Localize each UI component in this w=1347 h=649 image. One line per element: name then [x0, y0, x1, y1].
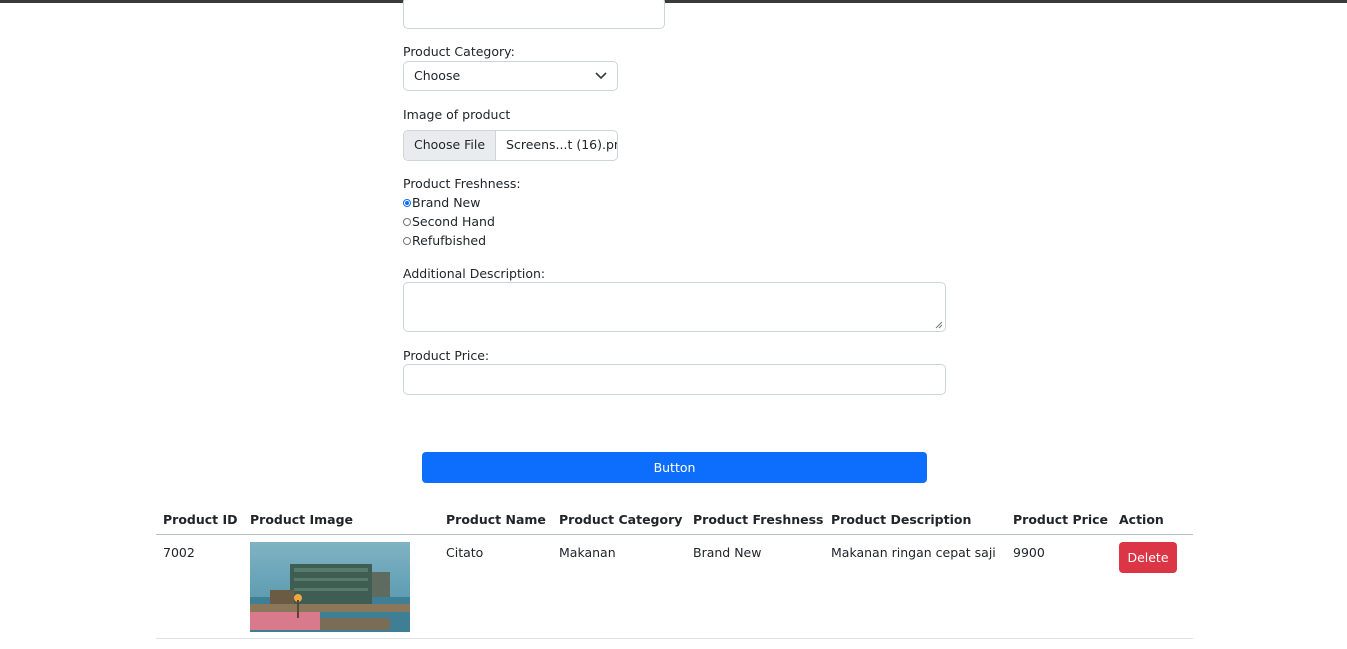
cell-product-category: Makanan: [559, 545, 616, 560]
product-thumbnail: [250, 542, 410, 632]
header-product-image: Product Image: [250, 512, 354, 527]
selected-file-name: Screens...t (16).png: [506, 137, 618, 152]
cell-product-id: 7002: [163, 545, 195, 560]
header-product-category: Product Category: [559, 512, 683, 527]
price-input[interactable]: [403, 364, 946, 395]
description-textarea[interactable]: [403, 282, 946, 332]
cell-product-name: Citato: [446, 545, 484, 560]
header-product-description: Product Description: [831, 512, 972, 527]
delete-button[interactable]: Delete: [1119, 542, 1177, 573]
freshness-option-brand-new[interactable]: Brand New: [403, 193, 495, 212]
description-label: Additional Description:: [403, 266, 546, 281]
freshness-option-second-hand[interactable]: Second Hand: [403, 212, 495, 231]
product-name-input[interactable]: [403, 0, 665, 29]
cell-product-price: 9900: [1013, 545, 1045, 560]
header-product-id: Product ID: [163, 512, 238, 527]
category-label: Product Category:: [403, 44, 515, 59]
price-label: Product Price:: [403, 348, 490, 363]
header-product-freshness: Product Freshness: [693, 512, 824, 527]
radio-checked-icon[interactable]: [403, 198, 411, 207]
radio-unchecked-icon[interactable]: [403, 236, 411, 245]
choose-file-button[interactable]: Choose File: [404, 131, 497, 160]
cell-product-freshness: Brand New: [693, 545, 762, 560]
cell-product-description: Makanan ringan cepat saji: [831, 545, 996, 560]
chevron-down-icon: [595, 72, 607, 80]
freshness-option-label: Brand New: [412, 195, 481, 210]
product-thumbnail-image: [250, 542, 410, 632]
image-file-input[interactable]: Choose File Screens...t (16).png: [403, 130, 618, 161]
category-select[interactable]: Choose: [403, 61, 618, 91]
freshness-option-label: Second Hand: [412, 214, 495, 229]
radio-unchecked-icon[interactable]: [403, 217, 411, 226]
freshness-label: Product Freshness:: [403, 176, 521, 191]
header-product-name: Product Name: [446, 512, 546, 527]
freshness-option-refurbished[interactable]: Refufbished: [403, 231, 495, 250]
table-header-divider: [156, 534, 1193, 535]
header-action: Action: [1119, 512, 1164, 527]
submit-button[interactable]: Button: [422, 452, 927, 483]
table-row-divider: [156, 638, 1193, 639]
header-product-price: Product Price: [1013, 512, 1108, 527]
freshness-option-label: Refufbished: [412, 233, 487, 248]
window-top-border: [0, 0, 1347, 3]
category-selected-value: Choose: [414, 68, 461, 83]
resize-grip-icon[interactable]: [935, 321, 943, 329]
freshness-radio-group: Brand New Second Hand Refufbished: [403, 193, 495, 250]
image-label: Image of product: [403, 107, 511, 122]
